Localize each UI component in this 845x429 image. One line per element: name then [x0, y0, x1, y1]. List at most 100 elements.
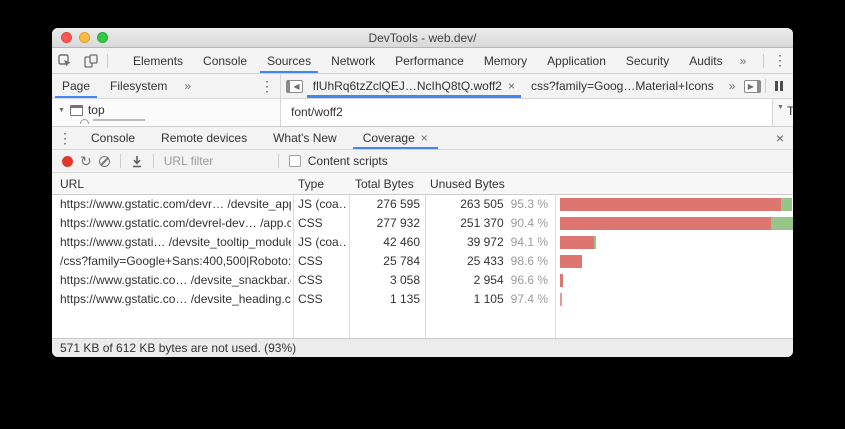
unused-bar-segment [560, 293, 562, 306]
inspect-element-icon[interactable] [52, 48, 78, 73]
cell-unused-bytes: 263 50595.3 % [430, 195, 548, 214]
show-editor-pane-icon[interactable]: ▶ [742, 74, 762, 98]
tab-elements[interactable]: Elements [123, 48, 193, 73]
file-tab[interactable]: css?family=Goog…Material+Icons [523, 74, 722, 98]
cell-total-bytes: 276 595 [349, 195, 420, 214]
drawer-tab-label: Coverage [363, 131, 415, 145]
file-tab-label: css?family=Goog…Material+Icons [531, 79, 714, 93]
close-window-button[interactable] [61, 32, 72, 43]
cell-unused-bytes: 1 10597.4 % [430, 290, 548, 309]
devtools-window: DevTools - web.dev/ ElementsConsoleSourc… [52, 28, 793, 357]
window-title: DevTools - web.dev/ [52, 31, 793, 45]
table-row[interactable]: /css?family=Google+Sans:400,500|Roboto:4… [52, 252, 793, 271]
navigator-tab-filesystem[interactable]: Filesystem [100, 74, 177, 98]
cell-total-bytes: 25 784 [349, 252, 420, 271]
usage-bar [560, 271, 793, 290]
tab-console[interactable]: Console [193, 48, 257, 73]
table-row[interactable]: https://www.gstatic.co… /devsite_heading… [52, 290, 793, 309]
tab-close-icon[interactable]: × [421, 131, 428, 145]
cell-url: https://www.gstati… /devsite_tooltip_mod… [60, 233, 291, 252]
drawer-tab-coverage[interactable]: Coverage × [350, 127, 441, 149]
record-coverage-icon[interactable] [62, 156, 73, 167]
tab-close-icon[interactable]: × [508, 79, 515, 93]
reload-icon[interactable]: ↻ [80, 154, 92, 168]
drawer-tab-label: Remote devices [161, 131, 247, 145]
divider [120, 154, 121, 168]
title-bar: DevTools - web.dev/ [52, 28, 793, 48]
main-more-menu-icon[interactable]: ⋮ [767, 48, 793, 73]
file-tab[interactable]: flUhRq6tzZclQEJ…NcIhQ8tQ.woff2× [305, 74, 523, 98]
table-row[interactable]: https://www.gstatic.co… /devsite_snackba… [52, 271, 793, 290]
tab-audits[interactable]: Audits [679, 48, 732, 73]
pause-script-icon[interactable] [769, 74, 789, 98]
cell-unused-bytes: 25 43398.6 % [430, 252, 548, 271]
cell-type: CSS [298, 252, 347, 271]
drawer-tab-label: What's New [273, 131, 337, 145]
tab-network[interactable]: Network [321, 48, 385, 73]
tab-memory[interactable]: Memory [474, 48, 537, 73]
expand-triangle-icon[interactable]: ▼ [58, 107, 65, 114]
coverage-status-bar: 571 KB of 612 KB bytes are not used. (93… [52, 338, 793, 357]
usage-bar [560, 214, 793, 233]
debugger-sidebar-clipped: ▼ Th [772, 99, 793, 126]
url-filter-input[interactable] [164, 154, 268, 168]
column-header-unused-bytes[interactable]: Unused Bytes [430, 177, 505, 191]
collapse-triangle-icon[interactable]: ▼ [777, 104, 784, 111]
tree-item-top[interactable]: ▼ top [58, 101, 280, 119]
tree-item-clipped [58, 119, 280, 124]
cell-type: CSS [298, 290, 347, 309]
drawer-tab-bar: ⋮ Console Remote devices What's New Coverag… [52, 126, 793, 150]
table-row[interactable]: https://www.gstati… /devsite_tooltip_mod… [52, 233, 793, 252]
editor-content[interactable]: font/woff2 [281, 99, 772, 126]
main-tabs-overflow-icon[interactable]: » [733, 54, 754, 68]
tab-application[interactable]: Application [537, 48, 616, 73]
column-header-type[interactable]: Type [298, 177, 324, 191]
cell-url: https://www.gstatic.com/devrel-dev… /app… [60, 214, 291, 233]
drawer-tab-console[interactable]: Console [78, 127, 148, 149]
hide-navigator-icon[interactable]: ◀ [285, 74, 305, 98]
traffic-lights [61, 32, 108, 43]
main-toolbar: ElementsConsoleSourcesNetworkPerformance… [52, 48, 793, 74]
coverage-grid: URL Type Total Bytes Unused Bytes https:… [52, 173, 793, 338]
device-toolbar-icon[interactable] [78, 48, 104, 73]
cell-total-bytes: 277 932 [349, 214, 420, 233]
tab-security[interactable]: Security [616, 48, 679, 73]
minimize-window-button[interactable] [79, 32, 90, 43]
file-tabs-overflow-icon[interactable]: » [722, 79, 743, 93]
cell-url: /css?family=Google+Sans:400,500|Roboto:4… [60, 252, 291, 271]
column-header-url[interactable]: URL [60, 177, 84, 191]
clear-icon[interactable] [99, 156, 110, 167]
usage-bar [560, 195, 793, 214]
drawer-tab-remote-devices[interactable]: Remote devices [148, 127, 260, 149]
cell-type: CSS [298, 271, 347, 290]
usage-bar [560, 252, 793, 271]
divider [107, 54, 108, 68]
tab-performance[interactable]: Performance [385, 48, 474, 73]
unused-bar-segment [560, 217, 771, 230]
drawer-tab-what-s-new[interactable]: What's New [260, 127, 350, 149]
table-row[interactable]: https://www.gstatic.com/devrel-dev… /app… [52, 214, 793, 233]
navigator-tab-page[interactable]: Page [52, 74, 100, 98]
zoom-window-button[interactable] [97, 32, 108, 43]
cell-type: CSS [298, 214, 347, 233]
cell-type: JS (coa… [298, 195, 347, 214]
navigator-tabs-overflow-icon[interactable]: » [177, 79, 198, 93]
divider [278, 154, 279, 168]
drawer-more-menu-icon[interactable]: ⋮ [52, 127, 78, 149]
tab-sources[interactable]: Sources [257, 48, 321, 73]
cell-unused-bytes: 2 95496.6 % [430, 271, 548, 290]
content-scripts-checkbox[interactable] [289, 155, 301, 167]
cell-url: https://www.gstatic.co… /devsite_heading… [60, 290, 291, 309]
status-text: 571 KB of 612 KB bytes are not used. (93… [60, 341, 296, 355]
cell-unused-bytes: 251 37090.4 % [430, 214, 548, 233]
cell-total-bytes: 42 460 [349, 233, 420, 252]
table-row[interactable]: https://www.gstatic.com/devr… /devsite_a… [52, 195, 793, 214]
frame-icon [70, 105, 83, 116]
navigator-more-menu-icon[interactable]: ⋮ [254, 74, 280, 98]
export-icon[interactable] [131, 155, 143, 168]
sources-content: ▼ top font/woff2 ▼ Th [52, 99, 793, 126]
drawer-close-icon[interactable]: × [767, 130, 793, 146]
cell-url: https://www.gstatic.com/devr… /devsite_a… [60, 195, 291, 214]
cell-url: https://www.gstatic.co… /devsite_snackba… [60, 271, 291, 290]
column-header-total-bytes[interactable]: Total Bytes [355, 177, 414, 191]
